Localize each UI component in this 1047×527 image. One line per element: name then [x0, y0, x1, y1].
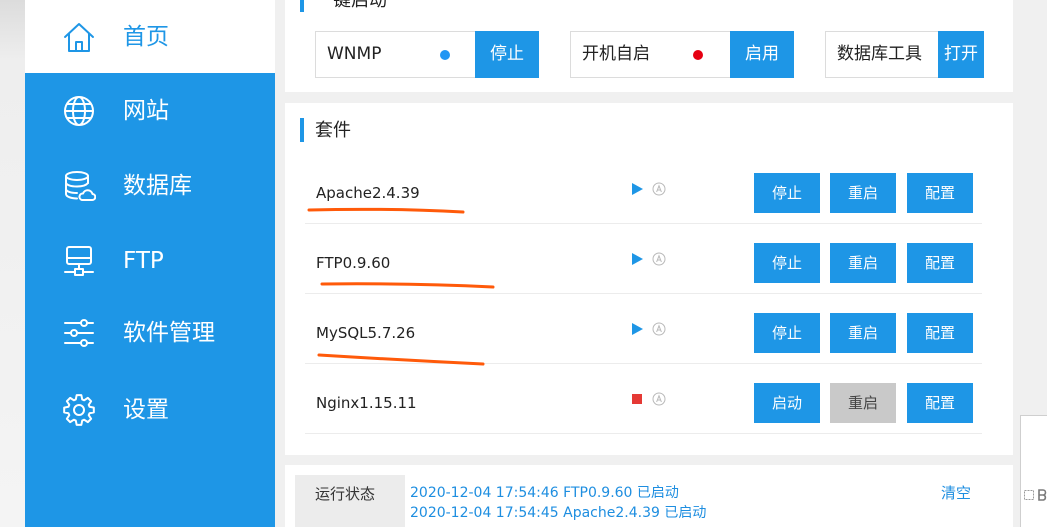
- run-status-label-box: 运行状态: [295, 475, 405, 527]
- wnmp-status-box: WNMP: [315, 31, 475, 78]
- config-button[interactable]: 配置: [907, 173, 973, 213]
- sidebar-item-label: 设置: [123, 397, 169, 423]
- globe-icon: [62, 94, 96, 128]
- db-tool-box: 数据库工具: [825, 31, 938, 78]
- db-tool-group: 数据库工具 打开: [825, 31, 984, 78]
- window-edge-left: [0, 0, 25, 527]
- quick-start-title: 一键启动: [315, 0, 387, 11]
- home-icon: [62, 20, 96, 54]
- wnmp-group: WNMP 停止: [315, 31, 539, 78]
- restart-button[interactable]: 重启: [830, 383, 896, 423]
- gear-icon: [62, 393, 96, 427]
- autostart-enable-button[interactable]: 启用: [730, 31, 794, 78]
- title-accent-bar: [300, 0, 304, 12]
- log-line: 2020-12-04 17:54:45 Apache2.4.39 已启动: [410, 505, 707, 521]
- play-icon: [632, 253, 643, 265]
- run-status-card: 运行状态 2020-12-04 17:54:46 FTP0.9.60 已启动 2…: [285, 465, 1013, 527]
- db-tool-label: 数据库工具: [837, 44, 922, 64]
- quick-start-card: 一键启动 WNMP 停止 开机自启 启用 数据库工具 打开: [285, 0, 1013, 92]
- bold-icon: [1038, 486, 1047, 505]
- config-button[interactable]: 配置: [907, 243, 973, 283]
- auto-start-icon: [652, 182, 666, 196]
- sidebar-item-ftp[interactable]: FTP: [25, 236, 275, 286]
- clear-log-button[interactable]: 清空: [941, 483, 971, 503]
- component-name: Apache2.4.39: [316, 184, 420, 202]
- status-log: 2020-12-04 17:54:46 FTP0.9.60 已启动 2020-1…: [410, 483, 706, 523]
- restart-button[interactable]: 重启: [830, 173, 896, 213]
- start-button[interactable]: 启动: [754, 383, 820, 423]
- sidebar-item-label: FTP: [123, 248, 164, 274]
- auto-start-icon: [652, 392, 666, 406]
- component-name: MySQL5.7.26: [316, 324, 416, 342]
- auto-start-icon: [652, 252, 666, 266]
- sidebar-item-label: 数据库: [123, 173, 192, 199]
- capture-icon: [1024, 486, 1034, 505]
- db-tool-open-button[interactable]: 打开: [938, 31, 984, 78]
- play-icon: [632, 323, 643, 335]
- sliders-icon: [62, 316, 96, 350]
- restart-button[interactable]: 重启: [830, 313, 896, 353]
- database-icon: [62, 169, 97, 203]
- monitor-icon: [62, 244, 96, 278]
- wnmp-stop-button[interactable]: 停止: [475, 31, 539, 78]
- status-dot-icon: [440, 50, 450, 60]
- run-status-label: 运行状态: [315, 485, 376, 503]
- stop-button[interactable]: 停止: [754, 313, 820, 353]
- stop-icon: [632, 394, 642, 404]
- suite-row-apache: Apache2.4.39 停止 重启 配置: [305, 154, 982, 224]
- stop-button[interactable]: 停止: [754, 243, 820, 283]
- sidebar: 首页 网站 数据库 FTP 软件管理 设置: [25, 0, 275, 527]
- sidebar-item-settings[interactable]: 设置: [25, 385, 275, 435]
- stop-button[interactable]: 停止: [754, 173, 820, 213]
- log-line: 2020-12-04 17:54:46 FTP0.9.60 已启动: [410, 485, 679, 501]
- autostart-group: 开机自启 启用: [570, 31, 794, 78]
- suite-row-mysql: MySQL5.7.26 停止 重启 配置: [305, 294, 982, 364]
- sidebar-item-label: 网站: [123, 98, 169, 124]
- suite-row-nginx: Nginx1.15.11 启动 重启 配置: [305, 364, 982, 434]
- component-name: Nginx1.15.11: [316, 394, 417, 412]
- suite-card: 套件 Apache2.4.39 停止 重启 配置 FTP0.9.60 停止 重启…: [285, 103, 1013, 455]
- restart-button[interactable]: 重启: [830, 243, 896, 283]
- status-dot-icon: [693, 50, 703, 60]
- wnmp-label: WNMP: [327, 44, 382, 64]
- suite-row-ftp: FTP0.9.60 停止 重启 配置: [305, 224, 982, 294]
- title-accent-bar: [300, 118, 304, 142]
- play-icon: [632, 183, 643, 195]
- sidebar-item-website[interactable]: 网站: [25, 86, 275, 136]
- component-name: FTP0.9.60: [316, 254, 391, 272]
- autostart-label: 开机自启: [582, 44, 650, 64]
- autostart-status-box: 开机自启: [570, 31, 730, 78]
- suite-title: 套件: [315, 120, 351, 141]
- sidebar-item-label: 首页: [123, 24, 169, 50]
- window-edge-right: [1020, 415, 1047, 527]
- config-button[interactable]: 配置: [907, 383, 973, 423]
- sidebar-item-database[interactable]: 数据库: [25, 161, 275, 211]
- sidebar-item-home[interactable]: 首页: [25, 0, 275, 73]
- auto-start-icon: [652, 322, 666, 336]
- sidebar-item-software[interactable]: 软件管理: [25, 308, 275, 358]
- config-button[interactable]: 配置: [907, 313, 973, 353]
- sidebar-item-label: 软件管理: [123, 320, 215, 346]
